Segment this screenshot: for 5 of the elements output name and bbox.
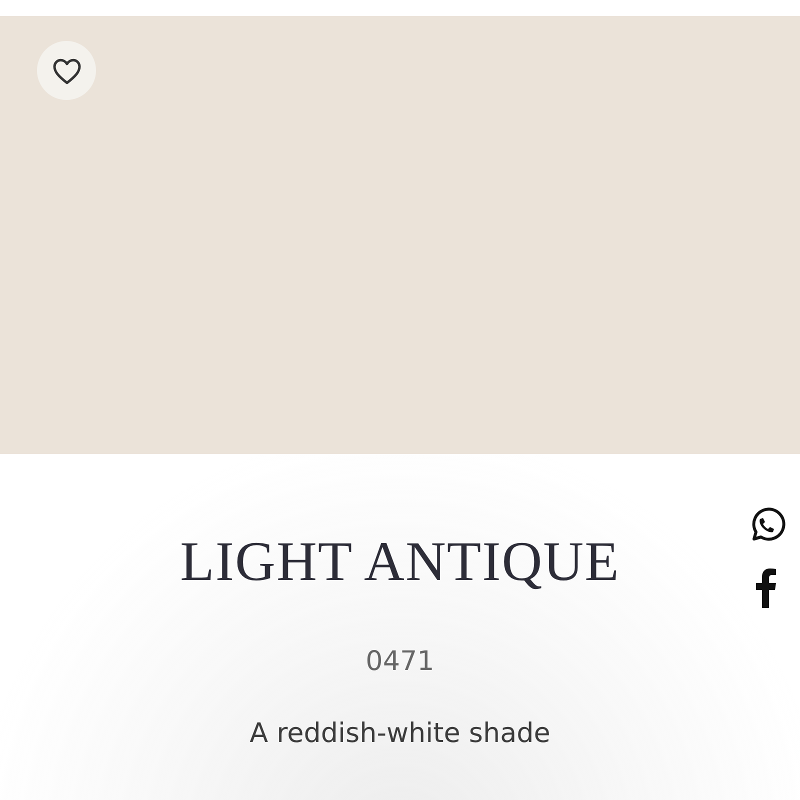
heart-icon (52, 56, 82, 84)
color-code: 0471 (366, 646, 434, 678)
color-description: A reddish-white shade (250, 718, 550, 750)
color-name: LIGHT ANTIQUE (180, 532, 620, 594)
facebook-icon[interactable] (755, 568, 777, 608)
